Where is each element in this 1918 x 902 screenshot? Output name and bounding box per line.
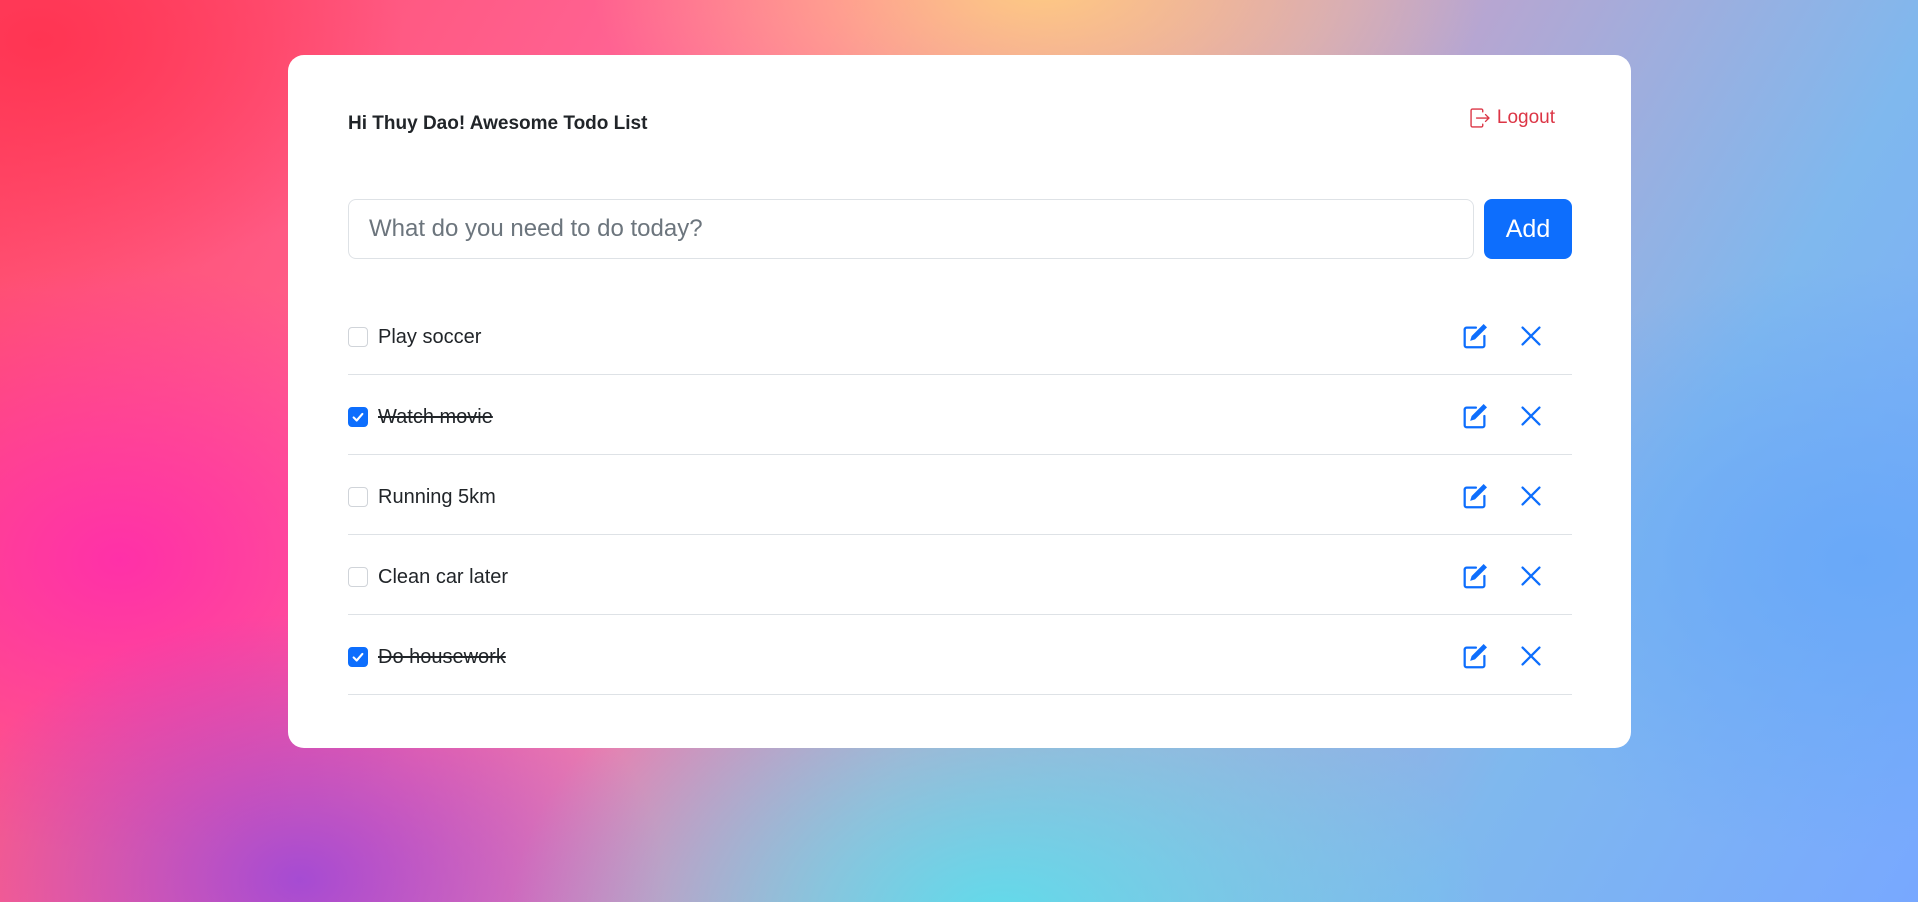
pencil-square-icon: [1463, 484, 1487, 509]
todo-text: Do housework: [378, 646, 506, 668]
todo-text: Running 5km: [378, 486, 496, 508]
todo-text: Play soccer: [378, 326, 482, 348]
pencil-square-icon: [1463, 404, 1487, 429]
logout-icon: [1470, 108, 1490, 128]
todo-item: Play soccer: [348, 295, 1572, 375]
check-icon: [352, 652, 364, 662]
logout-button[interactable]: Logout: [1469, 107, 1555, 129]
check-icon: [352, 412, 364, 422]
pencil-square-icon: [1463, 644, 1487, 669]
edit-todo-button[interactable]: [1460, 481, 1490, 511]
todo-text: Watch movie: [378, 406, 493, 428]
add-todo-form: Add: [348, 199, 1572, 259]
todo-checkbox[interactable]: [348, 487, 368, 507]
edit-todo-button[interactable]: [1460, 641, 1490, 671]
add-button[interactable]: Add: [1484, 199, 1572, 259]
todo-checkbox[interactable]: [348, 567, 368, 587]
edit-todo-button[interactable]: [1460, 561, 1490, 591]
logout-label: Logout: [1496, 107, 1555, 128]
todo-item: Clean car later: [348, 535, 1572, 615]
edit-todo-button[interactable]: [1460, 321, 1490, 351]
new-todo-input[interactable]: [348, 199, 1474, 259]
todo-card: Hi Thuy Dao! Awesome Todo List Logout Ad…: [288, 55, 1631, 748]
todo-item: Running 5km: [348, 455, 1572, 535]
pencil-square-icon: [1463, 324, 1487, 349]
x-icon: [1521, 406, 1541, 426]
pencil-square-icon: [1463, 564, 1487, 589]
header: Hi Thuy Dao! Awesome Todo List Logout: [348, 105, 1571, 141]
todo-checkbox[interactable]: [348, 327, 368, 347]
todo-text: Clean car later: [378, 566, 509, 588]
x-icon: [1521, 566, 1541, 586]
todo-list: Play soccer Watch movie Running 5km Clean c…: [348, 295, 1572, 695]
x-icon: [1521, 486, 1541, 506]
x-icon: [1521, 326, 1541, 346]
todo-checkbox[interactable]: [348, 647, 368, 667]
delete-todo-button[interactable]: [1516, 401, 1546, 431]
x-icon: [1521, 646, 1541, 666]
delete-todo-button[interactable]: [1516, 481, 1546, 511]
delete-todo-button[interactable]: [1516, 321, 1546, 351]
todo-item: Do housework: [348, 615, 1572, 695]
delete-todo-button[interactable]: [1516, 641, 1546, 671]
edit-todo-button[interactable]: [1460, 401, 1490, 431]
page-title: Hi Thuy Dao! Awesome Todo List: [348, 113, 648, 134]
todo-checkbox[interactable]: [348, 407, 368, 427]
todo-item: Watch movie: [348, 375, 1572, 455]
delete-todo-button[interactable]: [1516, 561, 1546, 591]
